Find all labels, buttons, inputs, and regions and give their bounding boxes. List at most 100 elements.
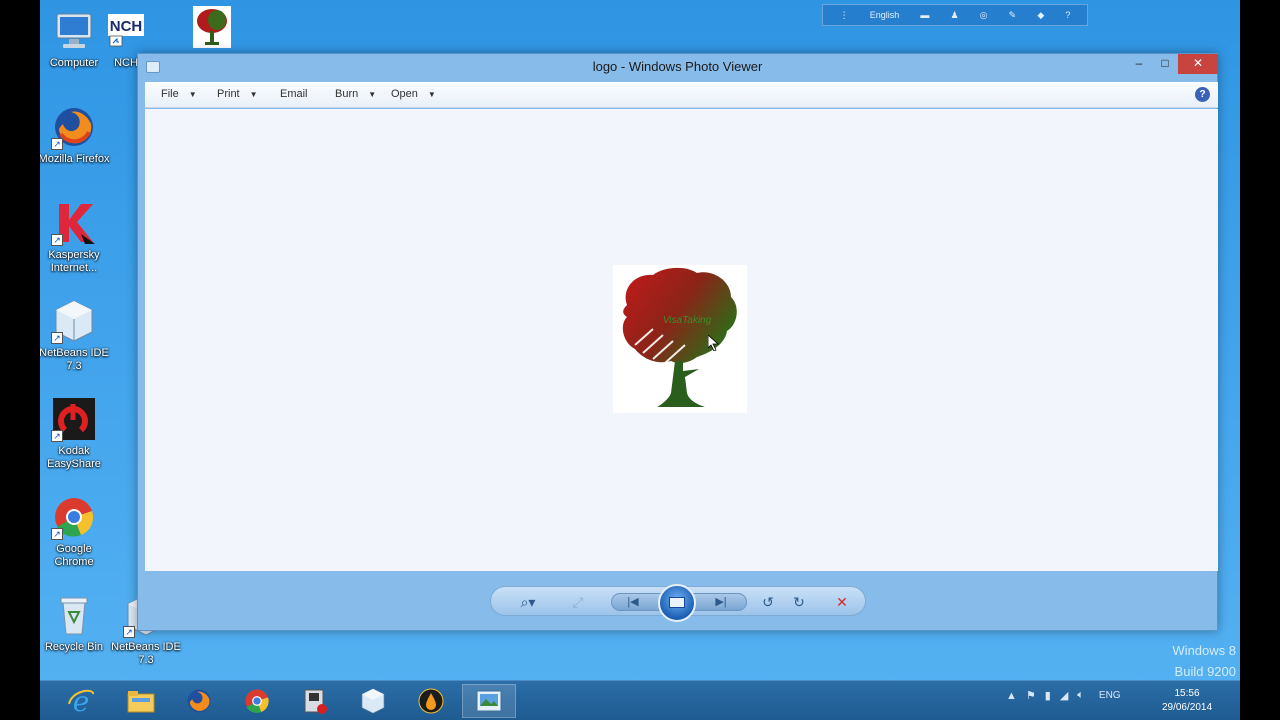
desktop-icon-netbeans[interactable]: ↗ NetBeans IDE 7.3	[40, 298, 110, 373]
desktop-icon-label: Mozilla Firefox	[40, 153, 110, 165]
rotate-clockwise-icon[interactable]: ↻	[788, 592, 810, 612]
next-icon[interactable]: ▶|	[710, 592, 732, 612]
file-explorer-icon	[127, 691, 155, 713]
close-button[interactable]: ✕	[1178, 54, 1218, 74]
menu-label: Open	[391, 88, 418, 100]
desktop-icon-red-app[interactable]: ↗ Kodak EasyShare	[40, 396, 110, 471]
input-language[interactable]: ENG	[1099, 690, 1121, 701]
windows-build-watermark: Windows 8 Build 9200	[1172, 640, 1236, 682]
volume-icon[interactable]: 🔈︎	[1077, 689, 1084, 702]
language-bar[interactable]: ⋮ English ▬ ♟ ◎ ✎ ◆ ?	[822, 4, 1088, 26]
desktop-icon-logo[interactable]	[190, 6, 234, 48]
oil-drop-icon	[418, 688, 444, 714]
taskbar-netbeans[interactable]	[346, 684, 400, 718]
shield-icon[interactable]: ◆	[1037, 10, 1044, 21]
language-bar-drag-icon[interactable]: ⋮	[840, 10, 849, 21]
desktop-icon-label: Recycle Bin	[44, 641, 104, 653]
shortcut-arrow-icon: ↗	[51, 138, 63, 150]
actual-size-icon[interactable]: ⤢	[567, 592, 589, 612]
nch-software-icon: NCH	[106, 8, 146, 54]
image-viewport[interactable]: VisaTaking	[145, 109, 1218, 571]
app-red-icon: ↗	[51, 396, 97, 442]
taskbar: e ▲ ⚑ ▮ ◢ 🔈︎ ENG 15:56 29/06/2014	[40, 680, 1240, 720]
user-icon[interactable]: ♟	[950, 10, 958, 21]
shortcut-arrow-icon: ↗	[123, 626, 135, 638]
firefox-icon	[187, 689, 211, 713]
taskbar-file-explorer[interactable]	[114, 684, 168, 718]
desktop-icon-recycle-bin[interactable]: Recycle Bin	[40, 592, 110, 654]
keyboard-icon[interactable]: ▬	[920, 10, 929, 20]
previous-icon[interactable]: |◀	[622, 592, 644, 612]
shortcut-arrow-icon: ↗	[51, 234, 63, 246]
dropdown-arrow-icon: ▼	[427, 89, 436, 99]
desktop-icon-label: Kaspersky Internet...	[48, 249, 100, 274]
shortcut-arrow-icon: ↗	[51, 430, 63, 442]
taskbar-oil-drop[interactable]	[404, 684, 458, 718]
desktop-icon-label: Computer	[49, 57, 99, 69]
delete-icon[interactable]: ✕	[831, 592, 853, 612]
maximize-button[interactable]: □	[1152, 54, 1178, 74]
slideshow-icon	[669, 597, 685, 608]
menu-email[interactable]: Email	[280, 88, 308, 100]
menu-label: Print	[217, 88, 240, 100]
action-center-flag-icon[interactable]: ⚑	[1026, 689, 1036, 702]
desktop-icon-computer[interactable]: Computer	[40, 8, 110, 70]
menu-open[interactable]: Open ▼	[391, 88, 436, 100]
photo-viewer-window[interactable]: logo - Windows Photo Viewer – □ ✕ File ▼ …	[137, 53, 1218, 631]
screen: Computer NCH NCH ↗ Mozilla Firefox ↗ Kas…	[0, 0, 1280, 720]
desktop-icon-kaspersky[interactable]: ↗ Kaspersky Internet...	[40, 200, 110, 275]
dropdown-arrow-icon: ▼	[188, 89, 197, 99]
menu-burn[interactable]: Burn ▼	[335, 88, 376, 100]
menu-label: Email	[280, 88, 308, 100]
minimize-button[interactable]: –	[1126, 54, 1152, 74]
desktop-icon-chrome[interactable]: ↗ Google Chrome	[40, 494, 110, 569]
help-button[interactable]: ?	[1195, 87, 1210, 102]
app-icon	[304, 689, 327, 714]
dropdown-arrow-icon: ▼	[249, 89, 258, 99]
zoom-icon[interactable]: ⌕▾	[513, 592, 543, 612]
taskbar-firefox[interactable]	[172, 684, 226, 718]
mouse-cursor-icon	[708, 335, 720, 351]
system-tray: ▲ ⚑ ▮ ◢ 🔈︎ ENG	[1006, 689, 1121, 702]
photo-viewer-icon	[476, 690, 502, 712]
device-icon[interactable]: ▮	[1045, 689, 1051, 702]
clock-date: 29/06/2014	[1161, 702, 1213, 713]
desktop-icon-label: NetBeans IDE 7.3	[111, 641, 181, 666]
taskbar-chrome[interactable]	[230, 684, 284, 718]
letterbox-right	[1240, 0, 1280, 720]
computer-icon	[51, 8, 97, 54]
kaspersky-icon: ↗	[51, 200, 97, 246]
dropdown-arrow-icon: ▼	[368, 89, 377, 99]
netbeans-icon: ↗	[51, 298, 97, 344]
taskbar-internet-explorer[interactable]: e	[54, 684, 108, 718]
chrome-icon: ↗	[51, 494, 97, 540]
menu-label: File	[161, 88, 179, 100]
window-title: logo - Windows Photo Viewer	[592, 59, 763, 74]
displayed-image: VisaTaking	[613, 265, 747, 413]
help-icon[interactable]: ?	[1065, 10, 1070, 20]
desktop: Computer NCH NCH ↗ Mozilla Firefox ↗ Kas…	[40, 0, 1240, 720]
shortcut-arrow-icon: ↗	[51, 528, 63, 540]
shortcut-arrow-icon: ↗	[51, 332, 63, 344]
network-icon[interactable]: ◢	[1060, 689, 1068, 702]
desktop-icon-firefox[interactable]: ↗ Mozilla Firefox	[40, 104, 110, 166]
show-hidden-icons-icon[interactable]: ▲	[1006, 690, 1017, 702]
taskbar-photo-viewer[interactable]	[462, 684, 516, 718]
svg-text:NCH: NCH	[110, 18, 143, 35]
language-bar-language[interactable]: English	[870, 10, 900, 20]
netbeans-icon	[361, 688, 385, 714]
taskbar-app[interactable]	[288, 684, 342, 718]
title-bar[interactable]: logo - Windows Photo Viewer – □ ✕	[138, 54, 1218, 82]
slideshow-button[interactable]	[658, 584, 696, 622]
internet-explorer-icon: e	[68, 686, 94, 716]
menu-file[interactable]: File ▼	[161, 88, 197, 100]
taskbar-clock[interactable]: 15:56 29/06/2014	[1152, 687, 1222, 715]
firefox-icon: ↗	[51, 104, 97, 150]
navigation-controls: ⌕▾ ⤢ |◀ ▶| ↺ ↻ ✕	[490, 584, 866, 622]
watermark-line-1: Windows 8	[1172, 643, 1236, 658]
menu-print[interactable]: Print ▼	[217, 88, 258, 100]
settings-icon[interactable]: ◎	[980, 10, 988, 21]
pen-icon[interactable]: ✎	[1009, 10, 1017, 21]
rotate-counterclockwise-icon[interactable]: ↺	[757, 592, 779, 612]
tree-logo-icon	[193, 6, 231, 48]
